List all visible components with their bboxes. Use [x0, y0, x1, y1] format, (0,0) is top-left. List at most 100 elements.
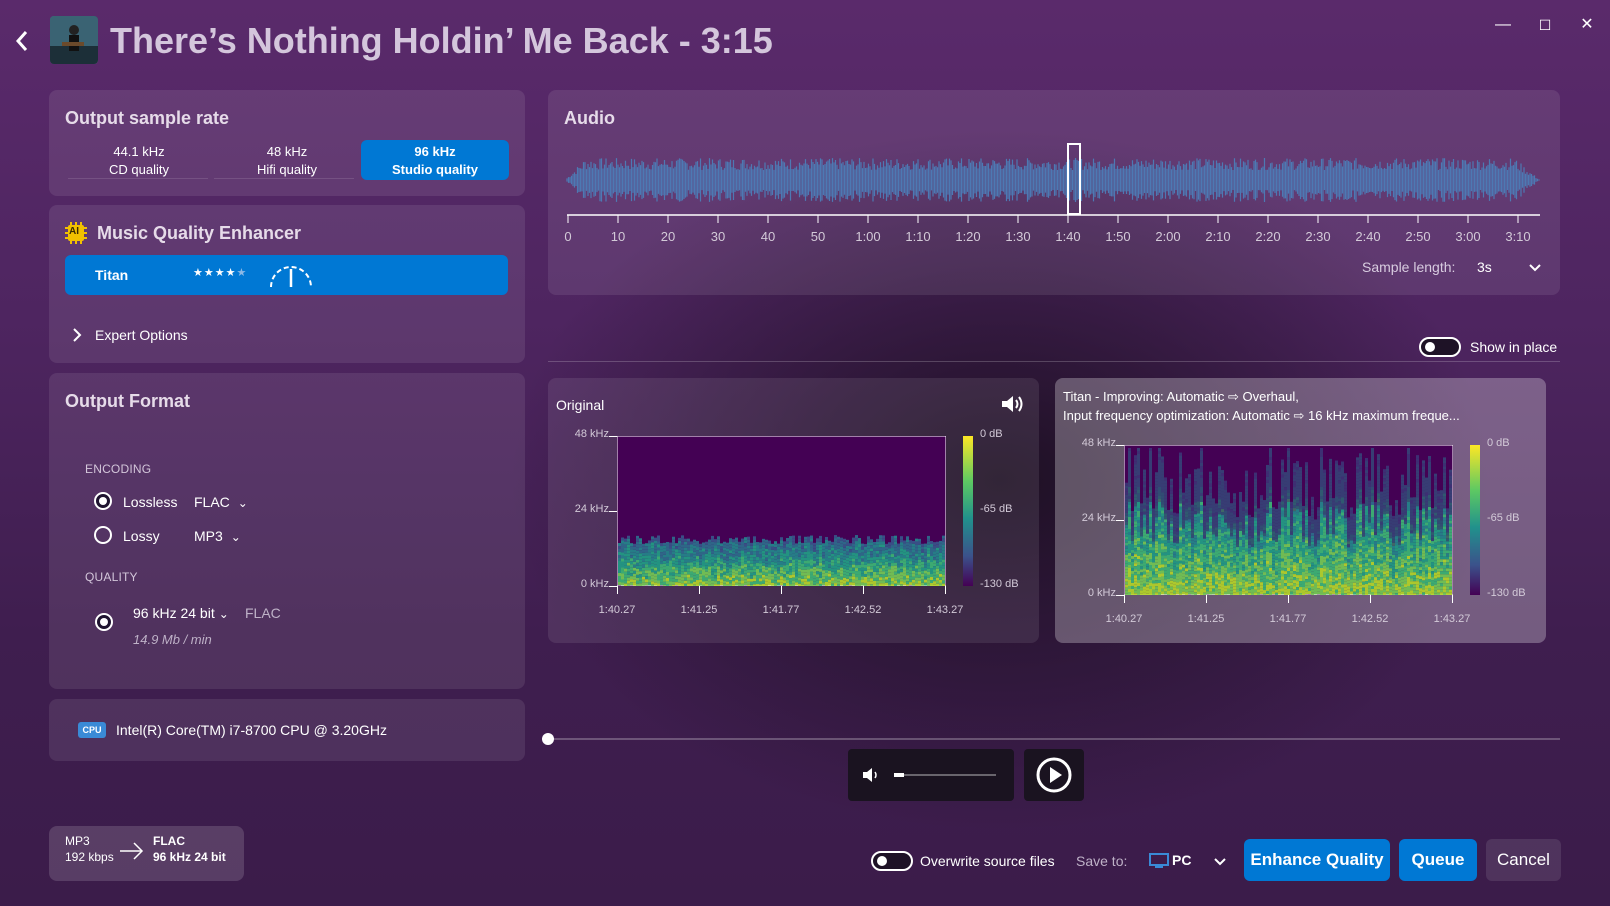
enhanced-title-line2: Input frequency optimization: Automatic … [1063, 408, 1460, 423]
timeline-tick-label: 2:50 [1405, 229, 1431, 244]
speaker-icon[interactable] [1000, 394, 1024, 414]
timeline-tick-label: 3:00 [1455, 229, 1481, 244]
timeline-tick-label: 1:00 [855, 229, 881, 244]
volume-slider-fill[interactable] [894, 773, 905, 777]
timeline-tick-label: 1:20 [955, 229, 981, 244]
model-name: Titan [95, 267, 129, 283]
time-axis-label: 1:43.27 [926, 604, 964, 616]
close-icon: ✕ [1580, 16, 1594, 33]
original-spectrogram [617, 436, 946, 586]
time-axis-label: 1:42.52 [844, 604, 882, 616]
monitor-icon [1149, 853, 1169, 868]
show-in-place-label: Show in place [1470, 339, 1558, 355]
db-colorbar [1470, 445, 1480, 595]
time-axis-label: 1:40.27 [1105, 613, 1143, 625]
timeline-tick-label: 50 [810, 229, 826, 244]
time-axis-label: 1:41.25 [680, 604, 718, 616]
enhancer-title: Music Quality Enhancer [97, 223, 302, 243]
lossless-codec-value: FLAC [194, 494, 230, 510]
model-selector-titan[interactable]: Titan ★★★★★ [65, 255, 508, 295]
time-axis-label: 1:41.77 [762, 604, 800, 616]
divider [214, 178, 354, 179]
freq-axis-label: 24 kHz [1081, 512, 1116, 524]
time-axis-label: 1:40.27 [598, 604, 636, 616]
ai-chip-icon: AI [65, 222, 87, 244]
audio-title: Audio [564, 108, 615, 128]
play-button[interactable] [1024, 749, 1084, 801]
lossless-label: Lossless [123, 494, 178, 510]
time-axis-tick [1288, 595, 1289, 603]
quality-codec: FLAC [245, 605, 281, 621]
quality-rate: 14.9 Mb / min [133, 632, 212, 647]
timeline-tick-label: 1:10 [905, 229, 931, 244]
expert-options-toggle[interactable]: Expert Options [70, 325, 270, 345]
quality-value: 96 kHz 24 bit [133, 605, 215, 621]
timeline-tick-label: 1:50 [1105, 229, 1131, 244]
db-axis-label: -65 dB [980, 503, 1013, 515]
db-axis-label: 0 dB [1487, 437, 1510, 449]
cancel-button[interactable]: Cancel [1486, 839, 1561, 881]
overwrite-label: Overwrite source files [920, 853, 1055, 869]
divider [548, 361, 1560, 362]
playback-progress-thumb[interactable] [542, 733, 554, 745]
minimize-button[interactable]: — [1486, 14, 1520, 36]
sample-selection-handle[interactable] [1067, 143, 1081, 215]
cpu-name: Intel(R) Core(TM) i7-8700 CPU @ 3.20GHz [116, 722, 387, 738]
arrow-right-icon [120, 842, 144, 860]
star-rating: ★★★★★ [193, 267, 248, 279]
chevron-down-icon: ⌄ [218, 607, 229, 621]
encoding-label: ENCODING [85, 462, 152, 476]
minimize-icon: — [1495, 16, 1511, 33]
sample-rate-option-96[interactable]: 96 kHz Studio quality [361, 140, 509, 180]
playback-progress-track[interactable] [548, 738, 1560, 740]
db-colorbar [963, 436, 973, 586]
time-axis-tick [1370, 595, 1371, 603]
output-format-title: Output Format [65, 391, 190, 411]
lossy-codec-select[interactable]: MP3 ⌄ [194, 528, 241, 544]
save-to-value: PC [1172, 852, 1192, 868]
close-button[interactable]: ✕ [1570, 14, 1604, 36]
overwrite-toggle[interactable] [871, 851, 913, 871]
chevron-right-icon [73, 328, 82, 342]
sample-length-select[interactable]: 3s [1477, 259, 1541, 275]
chevron-down-icon [1529, 264, 1541, 272]
back-button[interactable] [8, 24, 34, 58]
time-axis-tick [945, 586, 946, 594]
timeline-tick-label: 20 [660, 229, 676, 244]
lossless-codec-select[interactable]: FLAC ⌄ [194, 494, 248, 510]
save-to-label: Save to: [1076, 853, 1128, 869]
sample-length-label: Sample length: [1362, 259, 1456, 275]
freq-axis-tick [609, 511, 617, 512]
freq-axis-tick [1116, 520, 1124, 521]
lossy-radio[interactable] [94, 526, 112, 544]
play-icon [1036, 757, 1072, 793]
quality-radio[interactable] [95, 613, 113, 631]
show-in-place-toggle[interactable] [1419, 337, 1461, 357]
sample-rate-option-44[interactable]: 44.1 kHz CD quality [68, 140, 210, 180]
enhance-quality-button[interactable]: Enhance Quality [1244, 839, 1390, 881]
quality-select[interactable]: 96 kHz 24 bit ⌄ [133, 605, 229, 621]
freq-axis-tick [1116, 595, 1124, 596]
queue-button[interactable]: Queue [1399, 839, 1477, 881]
timeline-tick-label: 1:40 [1055, 229, 1081, 244]
volume-slider-track[interactable] [894, 774, 996, 776]
timeline-tick-label: 10 [610, 229, 626, 244]
timeline-tick-label: 2:40 [1355, 229, 1381, 244]
maximize-button[interactable]: ☐ [1528, 14, 1562, 36]
freq-axis-tick [1116, 445, 1124, 446]
chevron-down-icon [1214, 858, 1226, 866]
lossy-label: Lossy [123, 528, 160, 544]
sample-rate-desc: Hifi quality [257, 162, 317, 177]
timeline-tick-label: 2:10 [1205, 229, 1231, 244]
db-axis-label: -130 dB [1487, 587, 1526, 599]
freq-axis-label: 24 kHz [574, 503, 609, 515]
time-axis-label: 1:42.52 [1351, 613, 1389, 625]
sample-rate-option-48[interactable]: 48 kHz Hifi quality [216, 140, 358, 180]
lossless-radio[interactable] [94, 492, 112, 510]
time-axis-tick [1124, 595, 1125, 603]
original-title: Original [556, 397, 605, 413]
save-to-select[interactable]: PC [1148, 848, 1226, 874]
timeline-tick-label: 2:20 [1255, 229, 1281, 244]
volume-icon[interactable] [862, 767, 882, 783]
song-title: There’s Nothing Holdin’ Me Back - 3:15 [110, 20, 773, 61]
